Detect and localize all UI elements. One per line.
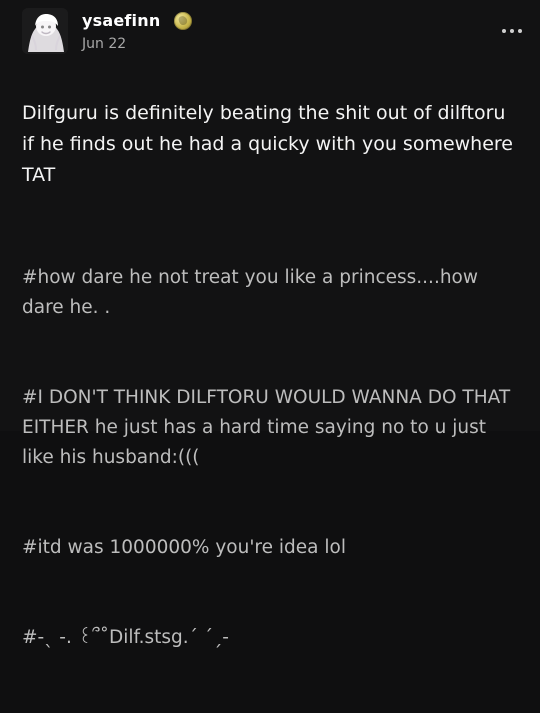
tag[interactable]: #-ˎ -. ꒰՞˚Dilf.stsg.ˊ ˊˏ- <box>22 623 518 653</box>
more-dot <box>510 29 514 33</box>
more-dot <box>518 29 522 33</box>
tag[interactable]: #itd was 1000000% you're idea lol <box>22 533 518 563</box>
post-card: ysaefinn Jun 22 Dilfguru is definitely b… <box>0 0 540 648</box>
post-date[interactable]: Jun 22 <box>82 36 126 52</box>
tag[interactable]: #how dare he not treat you like a prince… <box>22 263 518 323</box>
more-dot <box>502 29 506 33</box>
gold-badge-icon <box>174 12 192 30</box>
post-header: ysaefinn Jun 22 <box>22 8 522 58</box>
post-text: Dilfguru is definitely beating the shit … <box>22 102 520 186</box>
tag[interactable]: #I DON'T THINK DILFTORU WOULD WANNA DO T… <box>22 383 518 473</box>
username[interactable]: ysaefinn <box>82 11 160 30</box>
avatar-image <box>22 8 68 54</box>
more-horizontal-icon[interactable] <box>496 26 522 36</box>
tags-block: #how dare he not treat you like a prince… <box>22 203 518 713</box>
avatar[interactable] <box>22 8 68 54</box>
post-content: Dilfguru is definitely beating the shit … <box>22 98 518 713</box>
